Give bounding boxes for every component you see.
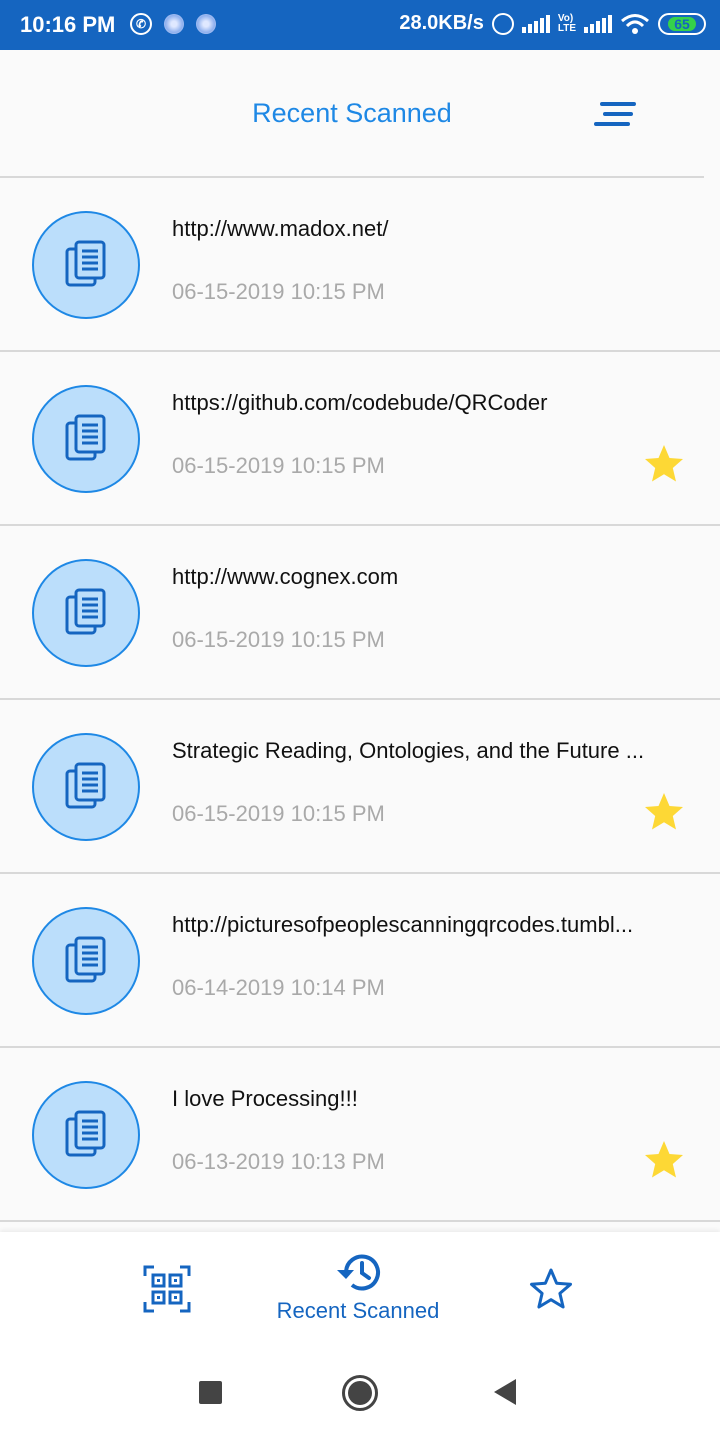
document-icon [32, 385, 140, 493]
battery-level: 65 [668, 16, 696, 31]
document-icon [32, 559, 140, 667]
scan-title: http://www.madox.net/ [172, 216, 389, 241]
home-button[interactable] [342, 1375, 378, 1411]
tab-recent-label: Recent Scanned [276, 1298, 440, 1323]
sort-menu-button[interactable] [594, 102, 636, 130]
scan-date: 06-15-2019 10:15 PM [172, 279, 385, 304]
star-outline-icon [530, 1268, 572, 1309]
wifi-icon [621, 13, 649, 34]
history-icon [337, 1254, 380, 1291]
scan-title: http://www.cognex.com [172, 564, 399, 589]
qr-scan-icon [143, 1265, 191, 1313]
document-icon [32, 733, 140, 841]
scan-date: 06-15-2019 10:15 PM [172, 627, 385, 652]
scan-date: 06-14-2019 10:14 PM [172, 975, 385, 1000]
star-filled-icon[interactable] [642, 1139, 686, 1181]
status-bar: 10:16 PM ✆ 28.0KB/s Vo) LTE 65 [0, 0, 720, 50]
star-filled-icon[interactable] [642, 443, 686, 485]
document-icon [32, 211, 140, 319]
list-item[interactable]: http://www.madox.net/06-15-2019 10:15 PM [0, 178, 720, 352]
list-item[interactable]: Strategic Reading, Ontologies, and the F… [0, 700, 720, 874]
scan-date: 06-13-2019 10:13 PM [172, 1149, 385, 1174]
list-item[interactable]: I love Processing!!! 06-13-2019 10:13 PM [0, 1048, 720, 1222]
bottom-navigation: Recent Scanned [0, 1232, 720, 1344]
whatsapp-icon: ✆ [130, 13, 152, 35]
notification-icons: ✆ [130, 13, 216, 35]
app-bar: Recent Scanned [0, 50, 720, 177]
scan-title: http://picturesofpeoplescanningqrcodes.t… [172, 912, 634, 937]
recent-scans-list: http://www.madox.net/06-15-2019 10:15 PM… [0, 178, 720, 1222]
scan-title: https://github.com/codebude/QRCoder [172, 390, 548, 415]
status-time: 10:16 PM [20, 12, 116, 37]
signal-icon [584, 14, 612, 33]
signal-icon [521, 14, 550, 33]
scan-title: Strategic Reading, Ontologies, and the F… [172, 738, 645, 763]
notification-dot-icon [196, 14, 216, 34]
tab-favorites[interactable] [528, 1266, 574, 1312]
document-icon [32, 907, 140, 1015]
scan-title: I love Processing!!! [172, 1086, 358, 1111]
list-item[interactable]: http://picturesofpeoplescanningqrcodes.t… [0, 874, 720, 1048]
alarm-icon [491, 12, 514, 35]
star-filled-icon[interactable] [642, 791, 686, 833]
network-speed: 28.0KB/s [399, 12, 484, 34]
battery-icon: 65 [658, 12, 706, 35]
scan-date: 06-15-2019 10:15 PM [172, 453, 385, 478]
document-icon [32, 1081, 140, 1189]
tab-scan[interactable] [142, 1264, 192, 1314]
scan-date: 06-15-2019 10:15 PM [172, 801, 385, 826]
list-item[interactable]: https://github.com/codebude/QRCoder 06-15… [0, 352, 720, 526]
tab-recent-scanned[interactable]: Recent Scanned [262, 1250, 454, 1324]
notification-dot-icon [164, 14, 184, 34]
system-navigation-bar [0, 1344, 720, 1440]
lte-icon: Vo) LTE [557, 12, 576, 34]
list-item[interactable]: http://www.cognex.com 06-15-2019 10:15 PM [0, 526, 720, 700]
system-status-icons: 28.0KB/s Vo) LTE 65 [399, 12, 706, 35]
back-button[interactable] [494, 1379, 516, 1405]
recents-button[interactable] [199, 1381, 222, 1404]
